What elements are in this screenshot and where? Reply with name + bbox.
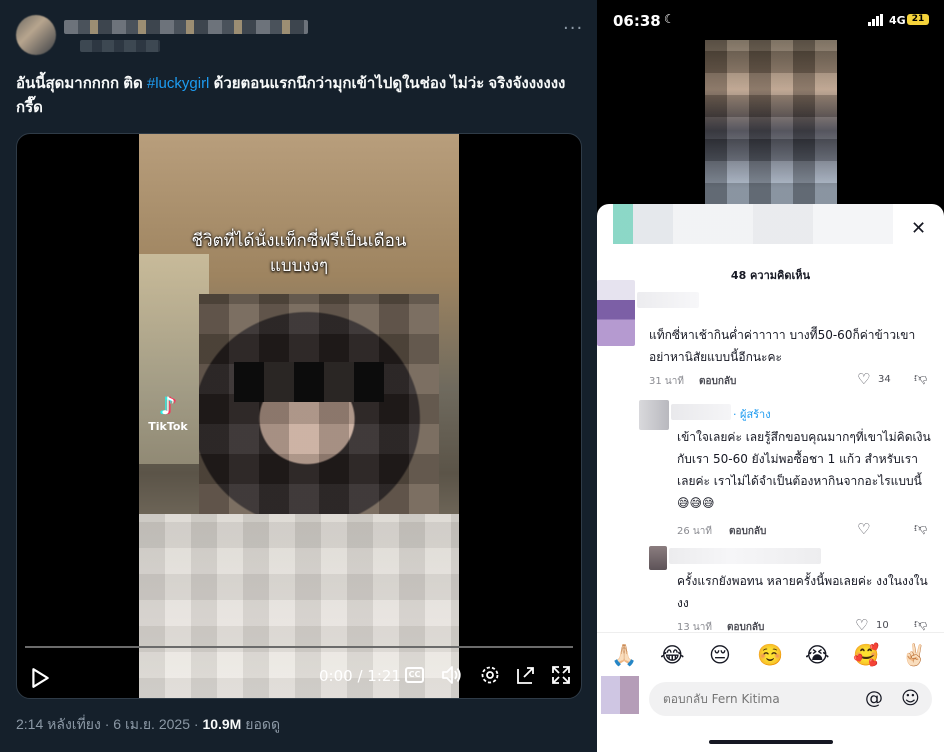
reply-input[interactable] xyxy=(649,682,932,716)
status-clock: 06:38 xyxy=(613,12,661,30)
emoji-picker-icon[interactable]: ☺ xyxy=(901,688,920,709)
video-caption-line: ชีวิตที่ได้นั่งแท็กซี่ฟรีเป็นเดือน xyxy=(191,231,407,251)
video-time: 0:00 / 1:21 xyxy=(319,667,401,685)
tiktok-icon: ♪ xyxy=(160,392,176,420)
network-type: 4G xyxy=(889,14,906,27)
like-count: 34 xyxy=(878,374,891,385)
view-label: ยอดดู xyxy=(241,716,281,732)
comment-count: 48 ความคิดเห็น xyxy=(730,269,811,282)
settings-gear-icon[interactable] xyxy=(479,662,501,688)
tweet-text-part: อันนี้สุดมากกกก ติด xyxy=(16,75,147,92)
comment-text: เข้าใจเลยค่ะ เลยรู้สึกขอบคุณมากๆที่เขาไม… xyxy=(677,430,931,510)
volume-icon[interactable] xyxy=(441,662,463,688)
reply-button[interactable]: ตอบกลับ xyxy=(699,374,736,389)
creator-badge: · ผู้สร้าง xyxy=(733,408,771,421)
sunglasses-mosaic xyxy=(234,362,384,402)
pop-out-icon[interactable] xyxy=(515,662,537,688)
emoji-laugh-button[interactable]: 😂 xyxy=(660,643,685,667)
video-progress-bar[interactable] xyxy=(25,646,573,648)
emoji-pensive-button[interactable]: 😔 xyxy=(709,643,731,667)
view-count: 10.9M xyxy=(202,716,242,732)
face-mosaic xyxy=(199,294,439,544)
commenter-avatar[interactable] xyxy=(649,546,667,570)
close-icon[interactable]: ✕ xyxy=(911,218,926,239)
more-options-icon[interactable]: ··· xyxy=(563,18,583,39)
video-caption-line: แบบงงๆ xyxy=(269,256,329,276)
do-not-disturb-moon-icon: ☾ xyxy=(664,12,675,26)
video-frame: ชีวิตที่ได้นั่งแท็กซี่ฟรีเป็นเดือน แบบงง… xyxy=(139,134,459,698)
emoji-love-button[interactable]: 🥰 xyxy=(853,643,879,667)
author-handle-redacted xyxy=(80,40,160,52)
tiktok-label: TikTok xyxy=(148,420,188,433)
sheet-header-redacted xyxy=(613,204,893,244)
emoji-cry-button[interactable]: 😭 xyxy=(805,643,830,667)
emoji-pray-button[interactable]: 🙏🏻 xyxy=(611,643,637,667)
comments-sheet: ✕ 48 ความคิดเห็น แท็กซี่หาเช้ากินค่ำค่าา… xyxy=(597,204,944,752)
home-indicator[interactable] xyxy=(709,740,833,744)
video-controls: 0:00 / 1:21 CC xyxy=(17,658,581,694)
cellular-signal-icon xyxy=(868,14,883,26)
tweet-panel: ··· อันนี้สุดมากกกก ติด #luckygirl ด้วยต… xyxy=(0,0,597,752)
hashtag-link[interactable]: #luckygirl xyxy=(147,75,210,92)
heart-icon[interactable]: ♡ xyxy=(857,370,870,388)
like-count: 10 xyxy=(876,620,889,631)
heart-icon[interactable]: ♡ xyxy=(857,520,870,538)
tiktok-watermark: ♪ TikTok xyxy=(143,392,193,433)
background-video-mosaic xyxy=(705,40,837,205)
author-avatar[interactable] xyxy=(16,15,56,55)
creator-avatar[interactable] xyxy=(639,400,669,430)
video-player[interactable]: ชีวิตที่ได้นั่งแท็กซี่ฟรีเป็นเดือน แบบงง… xyxy=(16,133,582,699)
my-avatar xyxy=(601,676,639,714)
author-name-redacted[interactable] xyxy=(64,20,308,34)
dislike-icon[interactable]: 👎︎ xyxy=(914,521,927,536)
dislike-icon[interactable]: 👎︎ xyxy=(914,617,927,632)
status-bar: 06:38 ☾ 4G 21 xyxy=(597,0,944,40)
reply-button[interactable]: ตอบกลับ xyxy=(729,524,766,539)
play-icon[interactable] xyxy=(29,667,51,689)
tweet-timestamp[interactable]: 2:14 หลังเที่ยง · 6 เม.ย. 2025 · xyxy=(16,716,202,732)
tweet-metadata: 2:14 หลังเที่ยง · 6 เม.ย. 2025 · 10.9M ย… xyxy=(16,714,280,736)
reply-composer: @ ☺ xyxy=(597,674,944,726)
tweet-text: อันนี้สุดมากกกก ติด #luckygirl ด้วยตอนแร… xyxy=(16,72,576,120)
video-caption-overlay: ชีวิตที่ได้นั่งแท็กซี่ฟรีเป็นเดือน แบบงง… xyxy=(139,229,459,279)
dislike-icon[interactable]: 👎︎ xyxy=(914,371,927,386)
phone-screenshot: 06:38 ☾ 4G 21 ✕ 48 ความคิดเห็น แท็กซี่หา… xyxy=(597,0,944,752)
fullscreen-icon[interactable] xyxy=(550,662,572,688)
creator-name-redacted[interactable] xyxy=(671,404,731,420)
commenter-avatar[interactable] xyxy=(597,280,635,346)
captions-icon[interactable]: CC xyxy=(405,667,424,683)
comment-time: 31 นาที xyxy=(649,376,684,387)
mention-at-icon[interactable]: @ xyxy=(865,688,883,709)
battery-icon: 21 xyxy=(907,14,929,25)
comment-time: 26 นาที xyxy=(677,526,712,537)
quick-emoji-bar: 🙏🏻 😂 😔 ☺️ 😭 🥰 ✌🏻 xyxy=(597,632,944,672)
commenter-name-redacted[interactable] xyxy=(669,548,821,564)
commenter-name-redacted[interactable] xyxy=(637,292,699,308)
emoji-smile-button[interactable]: ☺️ xyxy=(757,643,783,667)
emoji-peace-button[interactable]: ✌🏻 xyxy=(901,643,927,667)
comment-text: แท็กซี่หาเช้ากินค่ำค่าาาาา บางทีี50-60ก็… xyxy=(649,328,916,364)
comment-text: ครั้งแรกยังพอทน หลายครั้งนี้พอเลยค่ะ งงใ… xyxy=(677,574,928,610)
